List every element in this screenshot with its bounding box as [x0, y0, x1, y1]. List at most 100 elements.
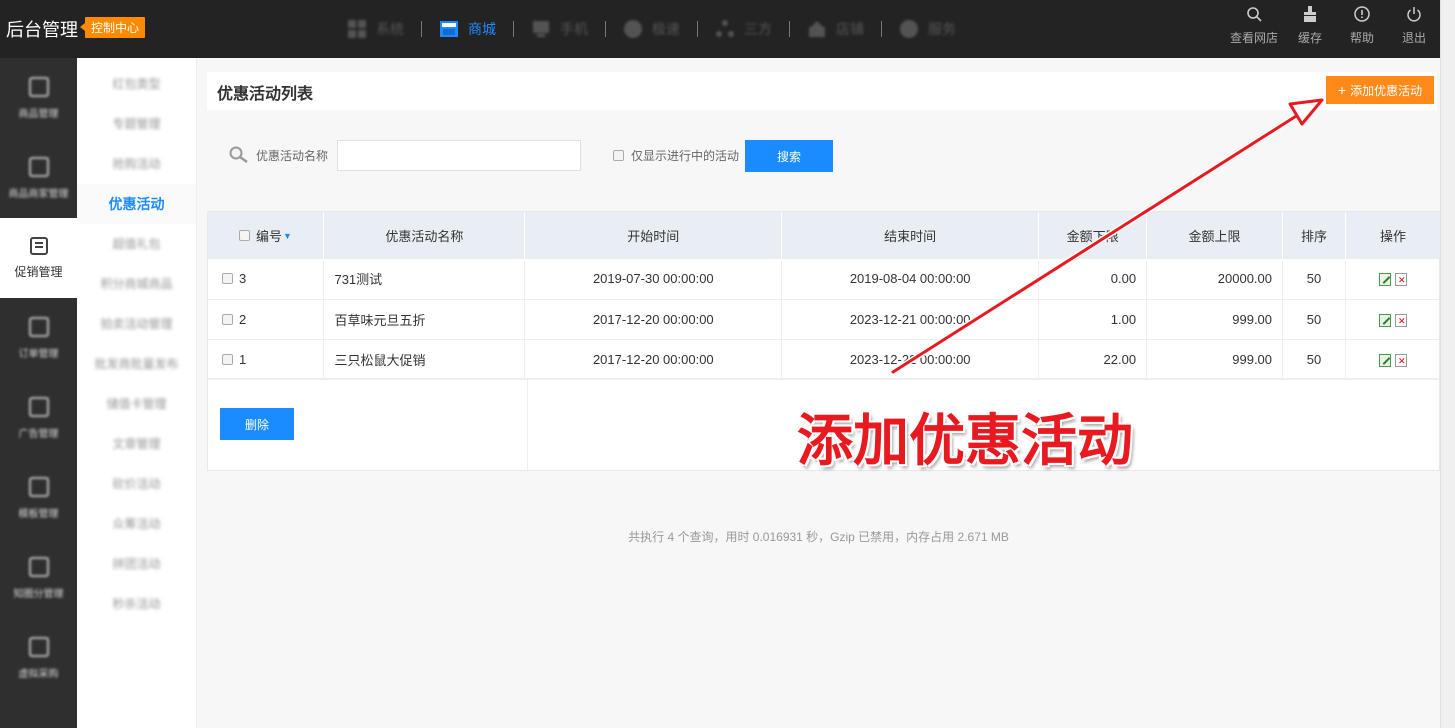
row-name: 百草味元旦五折 — [323, 299, 526, 340]
sidebar-item-label: 商品管理 — [18, 108, 59, 120]
col-start: 开始时间 — [524, 212, 783, 259]
nav-item-store[interactable]: 店铺 — [790, 0, 881, 58]
power-icon — [1388, 6, 1440, 26]
control-center-badge[interactable]: 控制中心 — [79, 17, 146, 38]
sidebar-item-orders[interactable]: 订单管理 — [0, 298, 77, 378]
row-checkbox[interactable] — [222, 313, 233, 325]
submenu-item[interactable]: 拼团活动 — [77, 544, 196, 584]
edit-icon — [28, 396, 49, 417]
row-id: 3 — [239, 271, 247, 287]
row-name: 三只松鼠大促销 — [323, 339, 526, 380]
submenu-item-discount[interactable]: 优惠活动 — [77, 184, 196, 224]
nav-item-mobile[interactable]: 手机 — [514, 0, 605, 58]
batch-delete-button[interactable]: 删除 — [220, 408, 294, 440]
query-stats: 共执行 4 个查询，用时 0.016931 秒，Gzip 已禁用，内存占用 2.… — [628, 530, 1009, 544]
submenu-item[interactable]: 文章管理 — [77, 424, 196, 464]
annotation-label: 添加优惠活动 — [797, 409, 1133, 474]
edit-icon — [28, 316, 49, 337]
nav-item-network[interactable]: 三方 — [698, 0, 789, 58]
edit-icon[interactable] — [1378, 273, 1391, 287]
row-sort[interactable]: 50 — [1282, 299, 1346, 340]
row-min: 22.00 — [1038, 339, 1148, 380]
edit-icon[interactable] — [1378, 353, 1391, 367]
nav-label: 店铺 — [836, 21, 864, 37]
nav-item-shop[interactable]: 商城 — [422, 0, 513, 58]
submenu-item[interactable]: 储值卡管理 — [77, 384, 196, 424]
logout-button[interactable]: 退出 — [1388, 6, 1440, 46]
submenu-item[interactable]: 积分商城商品 — [77, 264, 196, 304]
edit-icon — [28, 556, 49, 577]
row-sort[interactable]: 50 — [1282, 339, 1346, 380]
top-tools: 查看网店 缓存 帮助 退出 — [1224, 6, 1440, 46]
submenu-item[interactable]: 专题管理 — [77, 104, 196, 144]
window-edge — [1440, 0, 1455, 728]
tool-label: 查看网店 — [1229, 31, 1278, 45]
sidebar-item-templates[interactable]: 模板管理 — [0, 458, 77, 538]
nav-label: 三方 — [744, 21, 772, 37]
submenu-item[interactable]: 抢购活动 — [77, 144, 196, 184]
row-sort[interactable]: 50 — [1282, 259, 1346, 300]
sidebar-item-label: 商品商家管理 — [8, 188, 69, 200]
edit-icon[interactable] — [1378, 313, 1391, 327]
nav-item-cloud[interactable]: 服务 — [882, 0, 973, 58]
delete-icon[interactable] — [1394, 313, 1407, 327]
main-sidebar: 商品管理 商品商家管理 促销管理 订单管理 广告管理 模板管理 知圈分管理 虚拟… — [0, 58, 77, 728]
submenu-item[interactable]: 秒杀活动 — [77, 584, 196, 624]
footer-divider — [527, 379, 528, 472]
tool-label: 退出 — [1401, 31, 1426, 45]
submenu-item[interactable]: 拍卖活动管理 — [77, 304, 196, 344]
only-active-checkbox[interactable] — [613, 150, 624, 161]
sidebar-item-label: 广告管理 — [18, 428, 59, 440]
add-discount-label: 添加优惠活动 — [1350, 83, 1423, 98]
search-label: 优惠活动名称 — [256, 149, 329, 163]
sidebar-item-label: 订单管理 — [18, 348, 59, 360]
submenu-item[interactable]: 超值礼包 — [77, 224, 196, 264]
search-input[interactable] — [337, 140, 581, 171]
cache-button[interactable]: 缓存 — [1284, 6, 1336, 46]
shop-icon — [439, 19, 459, 39]
table-header-row: 编号 ▼ 优惠活动名称 开始时间 结束时间 金额下限 金额上限 排序 操作 — [208, 212, 1442, 259]
delete-icon[interactable] — [1394, 273, 1407, 287]
nav-item-speed[interactable]: 极速 — [606, 0, 697, 58]
row-checkbox[interactable] — [222, 353, 233, 365]
col-min: 金额下限 — [1038, 212, 1148, 259]
help-button[interactable]: 帮助 — [1336, 6, 1388, 46]
search-button[interactable]: 搜索 — [745, 140, 833, 172]
select-all-checkbox[interactable] — [239, 230, 250, 241]
row-end: 2023-12-22 00:00:00 — [781, 339, 1040, 380]
only-active-label: 仅显示进行中的活动 — [631, 149, 740, 163]
row-start: 2017-12-20 00:00:00 — [524, 339, 783, 380]
col-id[interactable]: 编号 ▼ — [208, 212, 325, 259]
sort-down-icon: ▼ — [283, 230, 292, 241]
row-checkbox[interactable] — [222, 273, 233, 285]
submenu-item[interactable]: 砍价活动 — [77, 464, 196, 504]
sidebar-item-label: 知圈分管理 — [13, 588, 64, 600]
sidebar-item-promotion[interactable]: 促销管理 — [0, 218, 77, 298]
row-max: 20000.00 — [1146, 259, 1284, 300]
sidebar-item-purchase[interactable]: 虚拟采购 — [0, 618, 77, 698]
nav-label: 极速 — [652, 21, 680, 37]
sidebar-item-merchant[interactable]: 商品商家管理 — [0, 138, 77, 218]
submenu-item[interactable]: 红包类型 — [77, 64, 196, 104]
row-min: 1.00 — [1038, 299, 1148, 340]
promotion-submenu: 红包类型 专题管理 抢购活动 优惠活动 超值礼包 积分商城商品 拍卖活动管理 批… — [77, 58, 197, 728]
submenu-item[interactable]: 众筹活动 — [77, 504, 196, 544]
sidebar-item-goods[interactable]: 商品管理 — [0, 58, 77, 138]
sidebar-item-ads[interactable]: 广告管理 — [0, 378, 77, 458]
col-end: 结束时间 — [781, 212, 1040, 259]
col-sort: 排序 — [1282, 212, 1346, 259]
view-store-button[interactable]: 查看网店 — [1224, 6, 1284, 46]
row-start: 2019-07-30 00:00:00 — [524, 259, 783, 300]
top-bar: 后台管理 控制中心 系统 商城 手机 极速 三方 店铺 服务 查看网店 缓存 帮… — [0, 0, 1440, 58]
submenu-item[interactable]: 批发商批量发布 — [77, 344, 196, 384]
sidebar-item-points[interactable]: 知圈分管理 — [0, 538, 77, 618]
nav-label: 服务 — [928, 21, 956, 37]
brand-title: 后台管理 — [6, 20, 78, 40]
sidebar-item-label: 虚拟采购 — [18, 668, 59, 680]
delete-icon[interactable] — [1394, 353, 1407, 367]
mobile-icon — [531, 19, 551, 39]
add-discount-button[interactable]: + 添加优惠活动 — [1326, 76, 1434, 104]
row-end: 2023-12-21 00:00:00 — [781, 299, 1040, 340]
col-name: 优惠活动名称 — [323, 212, 526, 259]
nav-item-system[interactable]: 系统 — [330, 0, 421, 58]
